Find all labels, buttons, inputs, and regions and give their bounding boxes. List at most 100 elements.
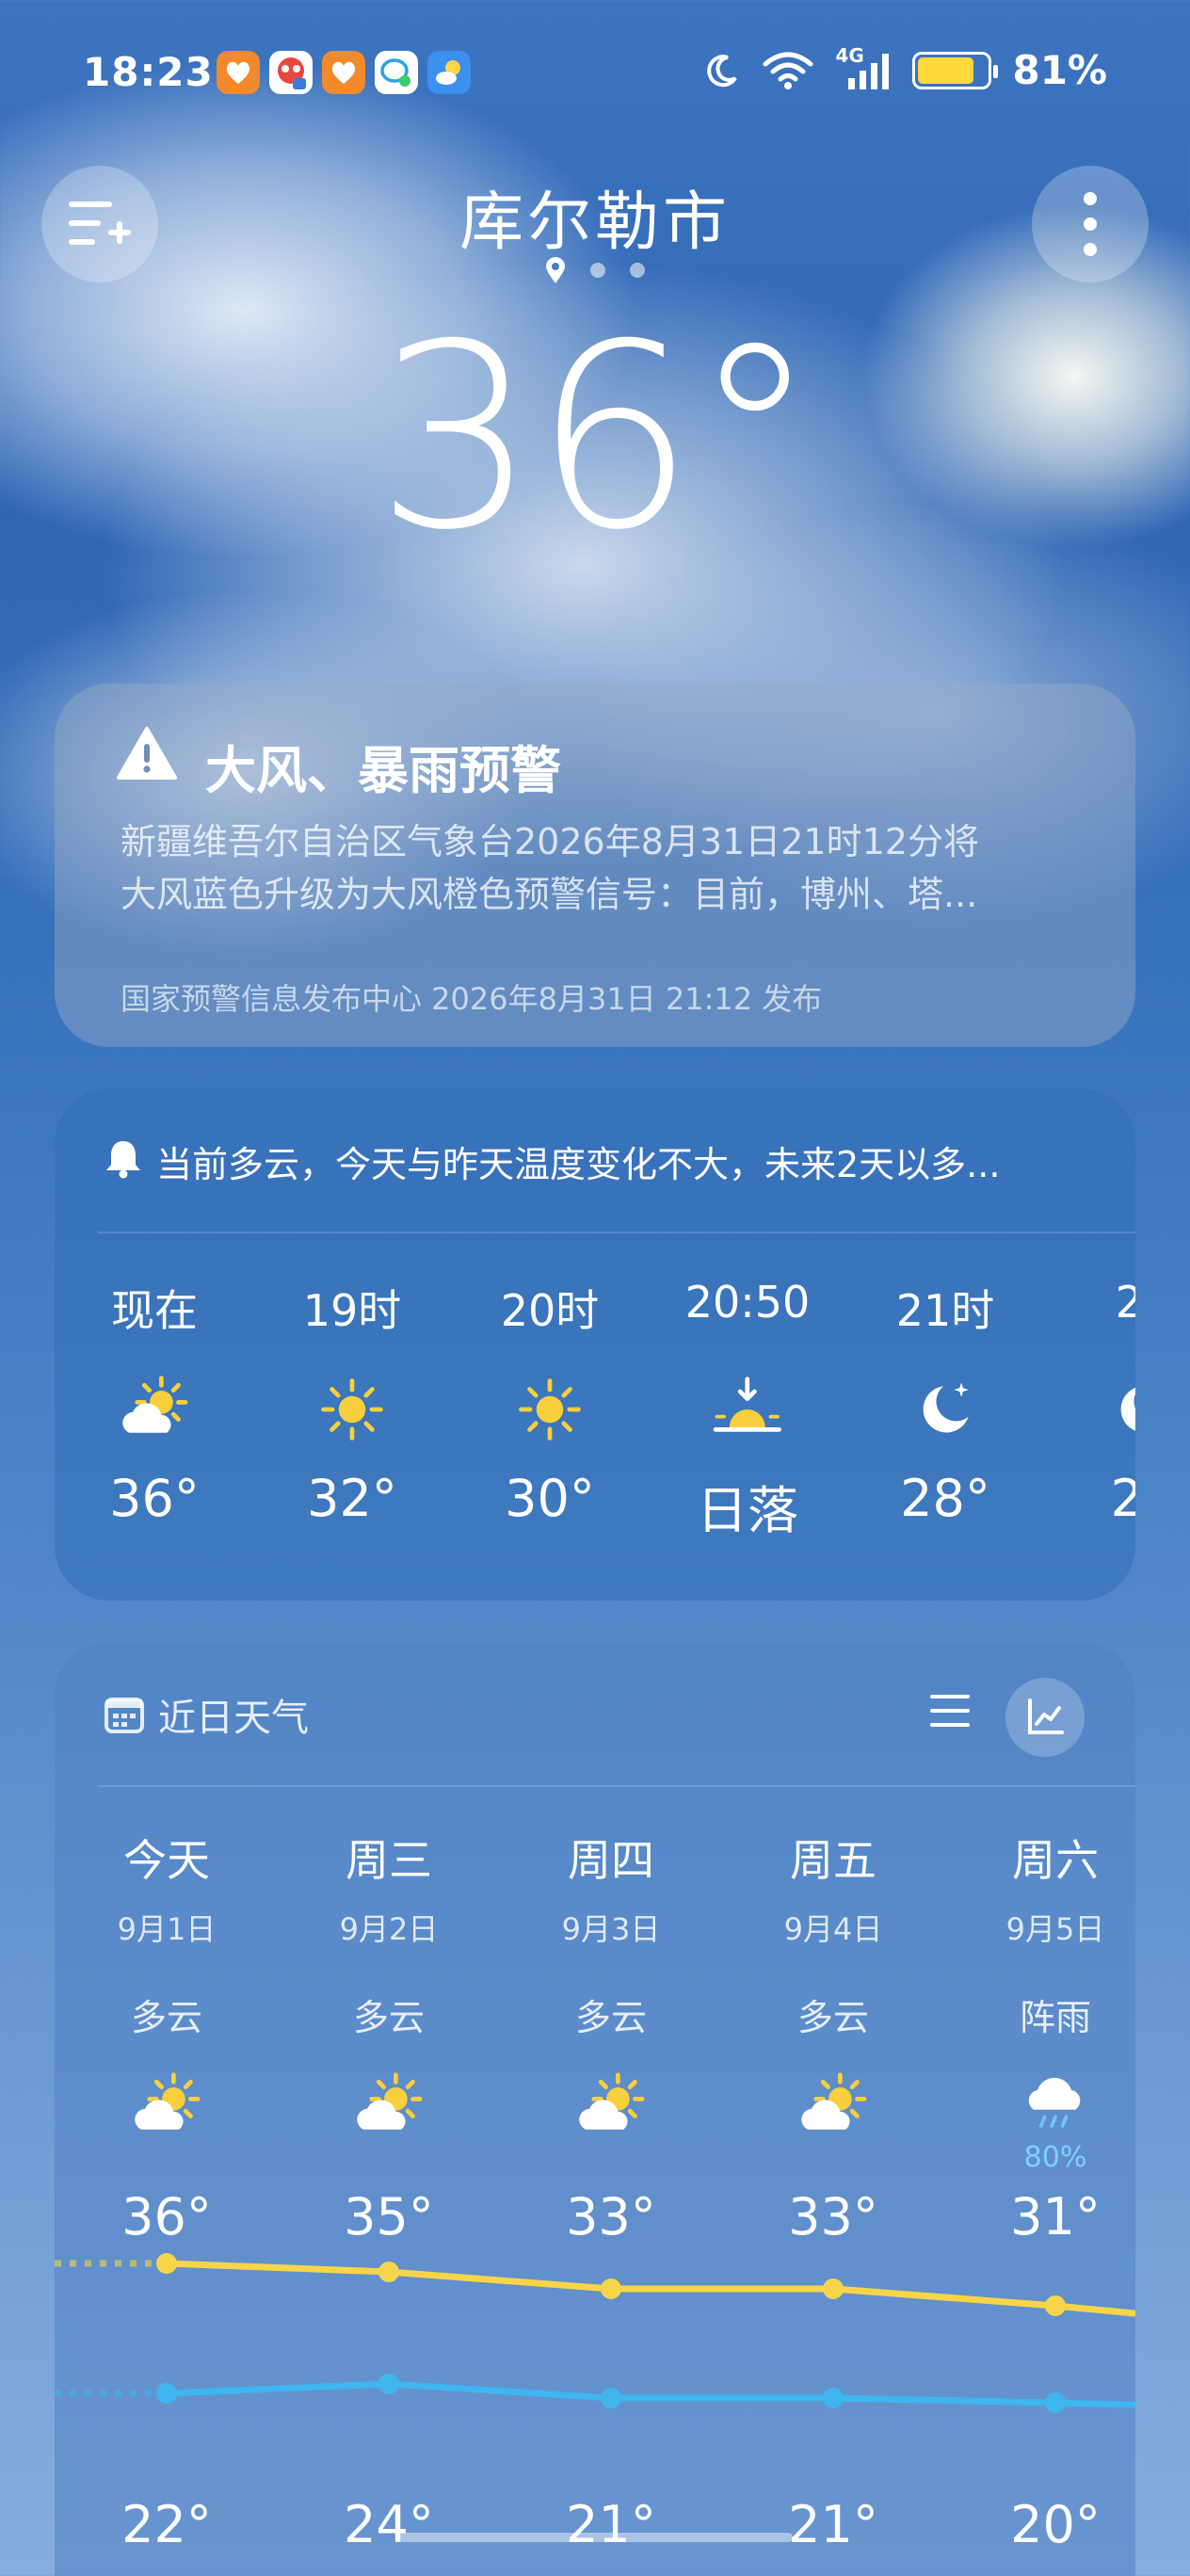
notification-icons <box>217 51 471 94</box>
partly-cloudy-icon <box>278 2059 500 2153</box>
location-pin-icon <box>546 257 565 283</box>
day-label: 周五 <box>790 1835 876 1886</box>
sunny-icon <box>253 1358 451 1461</box>
day-label: 今天 <box>123 1835 210 1886</box>
day-low: 21° <box>566 2495 656 2554</box>
day-weather: 多云 <box>796 1997 869 2038</box>
hourly-item[interactable]: 20:50 日落 <box>649 1277 846 1543</box>
alert-body-line: 新疆维吾尔自治区气象台2026年8月31日21时12分将 <box>121 821 979 862</box>
sunny-icon <box>451 1358 649 1461</box>
clear-night-icon <box>1044 1358 1135 1461</box>
weather-app-icon <box>427 51 471 94</box>
hour-label: 22 <box>1115 1277 1135 1328</box>
day-high: 31° <box>1010 2187 1101 2246</box>
day-date: 9月5日 <box>1005 1911 1105 1947</box>
precip-probability: 80% <box>1023 2141 1087 2174</box>
partly-cloudy-icon <box>722 2059 944 2153</box>
battery-percent: 81% <box>1012 47 1107 93</box>
high-temp-line <box>166 2260 1135 2317</box>
line-chart-icon <box>1028 1699 1064 1734</box>
hourly-item[interactable]: 21时 28° <box>846 1277 1044 1528</box>
hour-temp: 25 <box>1110 1469 1135 1528</box>
warning-icon <box>117 727 177 780</box>
hour-label: 21时 <box>895 1285 995 1336</box>
list-view-icon[interactable] <box>928 1689 972 1732</box>
hourly-item[interactable]: 22 25 <box>1044 1277 1135 1528</box>
hourly-item[interactable]: 19时 32° <box>253 1277 451 1528</box>
hourly-list[interactable]: 现在 36°19时 32°20时 30°20:50 日落21时 28°22 25 <box>55 1277 1135 1578</box>
high-temp-point <box>823 2278 844 2299</box>
page-indicator <box>0 256 1190 284</box>
divider <box>98 1232 1135 1233</box>
hour-temp: 36° <box>109 1469 200 1528</box>
page-dot <box>590 263 605 278</box>
day-date: 9月1日 <box>117 1911 217 1947</box>
hourly-item[interactable]: 现在 36° <box>56 1277 253 1528</box>
alert-body-line: 大风蓝色升级为大风橙色预警信号：目前，博州、塔... <box>121 874 978 915</box>
home-indicator[interactable] <box>397 2533 793 2542</box>
partly-cloudy-icon <box>56 2059 278 2153</box>
partly-cloudy-icon <box>56 1358 253 1461</box>
low-temp-point <box>378 2374 399 2394</box>
day-high: 33° <box>566 2187 656 2246</box>
game-app-icon <box>269 51 313 94</box>
low-temp-point <box>823 2388 844 2408</box>
hour-temp: 32° <box>307 1469 397 1528</box>
clear-night-icon <box>846 1358 1044 1461</box>
low-temp-point <box>1045 2392 1066 2413</box>
alert-title: 大风、暴雨预警 <box>205 741 561 800</box>
chat-app-icon <box>375 51 418 94</box>
partly-cloudy-icon <box>500 2059 722 2153</box>
bell-icon <box>106 1141 140 1179</box>
day-weather: 阵雨 <box>1019 1997 1091 2038</box>
daily-item[interactable]: 周三 9月2日 多云 35° <box>278 1827 500 2246</box>
day-date: 9月4日 <box>783 1911 883 1947</box>
health-app-icon <box>322 51 365 94</box>
day-label: 周六 <box>1012 1835 1099 1886</box>
weather-alert-card[interactable]: 大风、暴雨预警 新疆维吾尔自治区气象台2026年8月31日21时12分将 大风蓝… <box>55 684 1135 1047</box>
page-dot <box>630 263 645 278</box>
day-high: 33° <box>788 2187 878 2246</box>
moon-icon <box>707 54 738 87</box>
hour-label: 19时 <box>302 1285 402 1336</box>
day-low: 24° <box>344 2495 434 2554</box>
daily-forecast-card[interactable]: 近日天气 今天 9月1日 多云 36° 周三 9月2日 多云 35° 周四 9月3日… <box>55 1642 1135 2576</box>
hour-temp: 日落 <box>697 1481 798 1540</box>
weather-summary: 当前多云，今天与昨天温度变化不大，未来2天以多... <box>156 1144 1001 1185</box>
city-name[interactable]: 库尔勒市 <box>0 169 1190 263</box>
hour-label: 现在 <box>111 1285 198 1336</box>
low-temp-point <box>601 2388 621 2408</box>
daily-item[interactable]: 周四 9月3日 多云 33° <box>500 1827 722 2246</box>
hourly-item[interactable]: 20时 30° <box>451 1277 649 1528</box>
high-temp-point <box>378 2262 399 2282</box>
divider <box>98 1785 1135 1787</box>
day-high: 36° <box>121 2187 212 2246</box>
day-low: 21° <box>788 2495 878 2554</box>
alert-body: 新疆维吾尔自治区气象台2026年8月31日21时12分将 大风蓝色升级为大风橙色… <box>121 815 1071 921</box>
hour-label: 20:50 <box>684 1277 811 1328</box>
day-high: 35° <box>344 2187 434 2246</box>
day-date: 9月3日 <box>561 1911 661 1947</box>
day-date: 9月2日 <box>339 1911 439 1947</box>
wifi-icon <box>763 52 813 89</box>
high-temp-point <box>1045 2295 1066 2316</box>
day-label: 周三 <box>346 1835 432 1886</box>
daily-item[interactable]: 今天 9月1日 多云 36° <box>56 1827 278 2246</box>
signal-icon: 4G <box>835 44 892 91</box>
chart-view-button[interactable] <box>1005 1678 1085 1757</box>
day-low: 20° <box>1010 2495 1101 2554</box>
day-weather: 多云 <box>574 1997 647 2038</box>
current-temperature: 36° <box>375 289 819 586</box>
daily-item[interactable]: 周六 9月5日 阵雨 80% 31° <box>944 1827 1135 2246</box>
battery-icon <box>912 51 999 89</box>
day-label: 周四 <box>568 1835 654 1886</box>
day-low: 22° <box>121 2495 212 2554</box>
shower-icon: 80% <box>944 2059 1135 2174</box>
day-weather: 多云 <box>130 1997 202 2038</box>
day-weather: 多云 <box>352 1997 425 2038</box>
low-temp-point <box>156 2383 177 2404</box>
daily-item[interactable]: 周五 9月4日 多云 33° <box>722 1827 944 2246</box>
hourly-forecast-card[interactable]: 当前多云，今天与昨天温度变化不大，未来2天以多... 现在 36° 19时 32°… <box>55 1088 1135 1601</box>
sunset-icon <box>649 1358 846 1461</box>
status-right: 4G 81% <box>703 44 1107 93</box>
